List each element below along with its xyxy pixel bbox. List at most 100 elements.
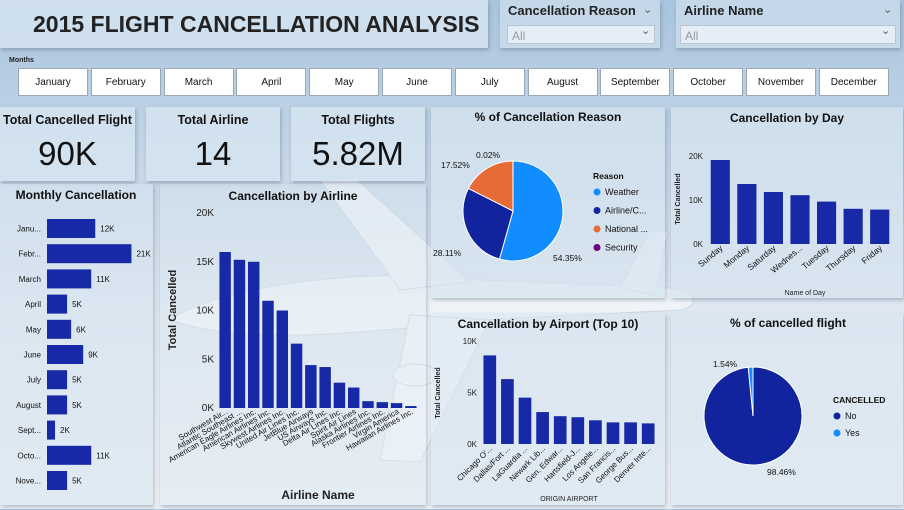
months-label: Months <box>9 57 34 64</box>
x-axis-title: Airline Name <box>281 488 355 502</box>
day-cancellation-card: Cancellation by Day0K10K20KSundayMondayS… <box>671 107 903 298</box>
tick-label: May <box>26 325 41 334</box>
cancelled-pie-card: % of cancelled flight98.46%1.54%CANCELLE… <box>671 313 903 505</box>
chevron-down-icon[interactable]: ⌄ <box>883 3 892 16</box>
cancellation-reason-pie: % of Cancellation Reason54.35%28.11%17.5… <box>431 107 665 298</box>
bar[interactable] <box>624 422 637 444</box>
bar[interactable] <box>571 417 584 444</box>
bar[interactable] <box>642 423 655 444</box>
data-label: 1.54% <box>713 359 738 369</box>
month-button-april[interactable]: April <box>236 68 306 96</box>
month-button-october[interactable]: October <box>673 68 743 96</box>
bar[interactable] <box>711 160 730 244</box>
bar[interactable] <box>305 365 316 408</box>
bar[interactable] <box>334 383 345 408</box>
bar[interactable] <box>47 446 91 465</box>
data-label: 11K <box>96 451 110 460</box>
airport-cancellation-chart: Cancellation by Airport (Top 10)0K5K10KC… <box>431 313 665 505</box>
slicer-cancellation-reason: Cancellation Reason ⌄ All ⌄ <box>500 0 660 48</box>
tick-label: March <box>19 275 41 284</box>
bar[interactable] <box>737 184 756 244</box>
legend-marker <box>834 413 841 420</box>
bar[interactable] <box>47 370 67 389</box>
bar[interactable] <box>262 301 273 408</box>
bar[interactable] <box>47 219 95 238</box>
data-label: 2K <box>60 426 70 435</box>
kpi-total-flights: Total Flights 5.82M <box>291 107 425 181</box>
y-axis-title: Total Cancelled <box>167 270 179 350</box>
bar[interactable] <box>234 260 245 408</box>
kpi-title: Total Flights <box>291 113 425 127</box>
data-label: 12K <box>100 225 115 234</box>
bar[interactable] <box>319 367 330 408</box>
bar[interactable] <box>362 401 373 408</box>
data-label: 6K <box>76 325 86 334</box>
month-button-september[interactable]: September <box>600 68 670 96</box>
kpi-value: 14 <box>146 135 280 173</box>
bar[interactable] <box>47 244 131 263</box>
y-tick-label: 10K <box>689 196 704 205</box>
bar[interactable] <box>47 320 71 339</box>
bar[interactable] <box>589 420 602 444</box>
bar[interactable] <box>554 416 567 444</box>
bar[interactable] <box>47 421 55 440</box>
slicer-dropdown[interactable]: All <box>680 25 896 44</box>
data-label: 5K <box>72 300 82 309</box>
legend-item[interactable]: Weather <box>605 187 639 197</box>
bar[interactable] <box>391 403 402 408</box>
kpi-value: 90K <box>0 135 135 173</box>
legend-marker <box>594 207 601 214</box>
chevron-down-icon[interactable]: ⌄ <box>881 24 890 37</box>
bar[interactable] <box>790 195 809 244</box>
bar[interactable] <box>277 311 288 409</box>
bar[interactable] <box>607 422 620 444</box>
kpi-title: Total Airline <box>146 113 280 127</box>
bar[interactable] <box>536 412 549 444</box>
month-button-august[interactable]: August <box>528 68 598 96</box>
chevron-down-icon[interactable]: ⌄ <box>641 24 650 37</box>
month-button-january[interactable]: January <box>18 68 88 96</box>
legend-title: Reason <box>593 171 624 181</box>
monthly-cancellation-chart: Monthly CancellationJanu...12KFebr...21K… <box>0 184 153 505</box>
legend-item[interactable]: Yes <box>845 428 860 438</box>
bar[interactable] <box>377 402 388 408</box>
bar[interactable] <box>47 345 83 364</box>
legend-item[interactable]: National ... <box>605 224 648 234</box>
bar[interactable] <box>47 269 91 288</box>
bar[interactable] <box>47 471 67 490</box>
bar[interactable] <box>47 295 67 314</box>
bar[interactable] <box>870 210 889 244</box>
month-button-february[interactable]: February <box>91 68 161 96</box>
bar[interactable] <box>248 262 259 408</box>
day-cancellation-chart: Cancellation by Day0K10K20KSundayMondayS… <box>671 107 903 298</box>
tick-label: Janu... <box>17 225 41 234</box>
month-button-july[interactable]: July <box>455 68 525 96</box>
slicer-dropdown[interactable]: All <box>507 25 655 44</box>
bar[interactable] <box>817 202 836 244</box>
bar[interactable] <box>519 398 532 444</box>
bar[interactable] <box>764 192 783 244</box>
legend-item[interactable]: Security <box>605 243 638 253</box>
data-label: 9K <box>88 351 98 360</box>
month-button-march[interactable]: March <box>164 68 234 96</box>
chevron-down-icon[interactable]: ⌄ <box>643 3 652 16</box>
bar[interactable] <box>844 209 863 244</box>
tick-label: July <box>27 376 41 385</box>
bar[interactable] <box>219 252 230 408</box>
bar[interactable] <box>501 379 514 444</box>
y-axis-title: Total Cancelled <box>675 173 682 224</box>
slicer-airline-name: Airline Name ⌄ All ⌄ <box>676 0 900 48</box>
bar[interactable] <box>47 395 67 414</box>
month-button-may[interactable]: May <box>309 68 379 96</box>
month-button-december[interactable]: December <box>819 68 889 96</box>
tick-label: August <box>16 401 42 410</box>
bar[interactable] <box>291 344 302 408</box>
legend-item[interactable]: No <box>845 411 857 421</box>
bar[interactable] <box>483 355 496 444</box>
month-button-november[interactable]: November <box>746 68 816 96</box>
bar[interactable] <box>405 406 416 408</box>
page-title: 2015 FLIGHT CANCELLATION ANALYSIS <box>33 11 479 38</box>
bar[interactable] <box>348 388 359 408</box>
legend-item[interactable]: Airline/C... <box>605 206 647 216</box>
month-button-june[interactable]: June <box>382 68 452 96</box>
